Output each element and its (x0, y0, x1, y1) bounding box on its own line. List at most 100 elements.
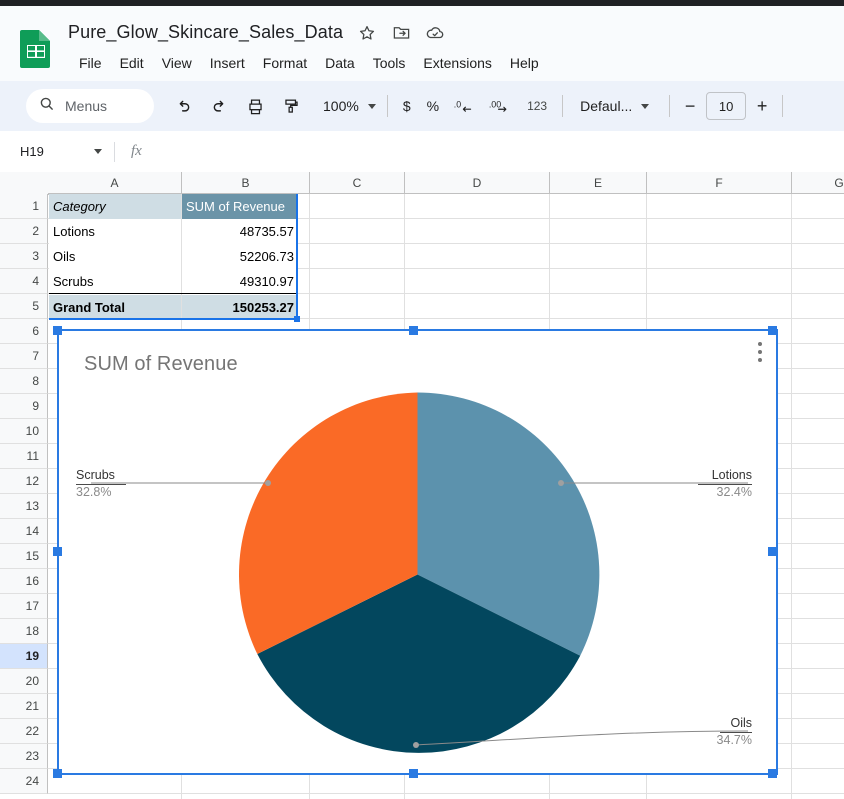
row-header-20[interactable]: 20 (0, 669, 48, 694)
chart-resize-handle-top-center[interactable] (409, 326, 418, 335)
column-header-f[interactable]: F (647, 172, 792, 194)
toolbar: Menus 100% $ % .0 .00 123 Defaul... − 10… (0, 81, 844, 131)
row-header-7[interactable]: 7 (0, 344, 48, 369)
cloud-saved-icon[interactable] (425, 23, 445, 43)
column-header-c[interactable]: C (310, 172, 405, 194)
percent-format-button[interactable]: % (419, 94, 447, 118)
increase-decimal-icon[interactable]: .00 (486, 91, 516, 121)
pivot-range-handle[interactable] (294, 316, 300, 322)
row-header-13[interactable]: 13 (0, 494, 48, 519)
toolbar-divider-3 (669, 95, 671, 117)
menu-help[interactable]: Help (501, 52, 548, 74)
more-formats-button[interactable]: 123 (519, 95, 555, 117)
chart-resize-handle-bottom-left[interactable] (53, 769, 62, 778)
menu-extensions[interactable]: Extensions (414, 52, 500, 74)
paint-format-icon[interactable] (276, 91, 306, 121)
row-header-17[interactable]: 17 (0, 594, 48, 619)
row-header-4[interactable]: 4 (0, 269, 48, 294)
print-icon[interactable] (240, 91, 270, 121)
pivot-cell-revenue-scrubs[interactable]: 49310.97 (182, 269, 298, 294)
chart-container[interactable]: SUM of Revenue Scrubs 32.8% Lotions 32.4… (57, 330, 777, 774)
row-header-11[interactable]: 11 (0, 444, 48, 469)
row-header-18[interactable]: 18 (0, 619, 48, 644)
font-size-input[interactable]: 10 (706, 92, 747, 120)
select-all-corner[interactable] (0, 172, 49, 195)
search-menus-button[interactable]: Menus (26, 89, 154, 123)
increase-font-size-button[interactable]: + (749, 93, 775, 119)
zoom-selector[interactable]: 100% (313, 92, 380, 120)
chart-resize-handle-top-right[interactable] (768, 326, 777, 335)
document-title-row: Pure_Glow_Skincare_Sales_Data (68, 22, 445, 43)
chart-resize-handle-bottom-right[interactable] (768, 769, 777, 778)
menu-bar: File Edit View Insert Format Data Tools … (70, 52, 548, 74)
menu-edit[interactable]: Edit (111, 52, 153, 74)
row-header-8[interactable]: 8 (0, 369, 48, 394)
pie-label-oils-percent: 34.7% (716, 733, 752, 747)
menu-file[interactable]: File (70, 52, 111, 74)
row-header-2[interactable]: 2 (0, 219, 48, 244)
row-header-15[interactable]: 15 (0, 544, 48, 569)
svg-text:.0: .0 (454, 100, 461, 110)
pivot-grand-total-label[interactable]: Grand Total (49, 295, 181, 320)
chart-resize-handle-bottom-center[interactable] (409, 769, 418, 778)
menu-view[interactable]: View (153, 52, 201, 74)
row-header-6[interactable]: 6 (0, 319, 48, 344)
redo-icon[interactable] (204, 91, 234, 121)
document-title[interactable]: Pure_Glow_Skincare_Sales_Data (68, 22, 343, 43)
fx-icon: fx (131, 143, 142, 159)
font-family-selector[interactable]: Defaul... (570, 94, 662, 118)
row-header-3[interactable]: 3 (0, 244, 48, 269)
decrease-font-size-button[interactable]: − (677, 93, 703, 119)
pivot-range-border-bottom (49, 318, 298, 320)
decrease-decimal-icon[interactable]: .0 (450, 91, 480, 121)
menu-data[interactable]: Data (316, 52, 364, 74)
column-header-b[interactable]: B (182, 172, 310, 194)
pivot-cell-revenue-lotions[interactable]: 48735.57 (182, 219, 298, 244)
column-header-d[interactable]: D (405, 172, 550, 194)
row-header-16[interactable]: 16 (0, 569, 48, 594)
row-header-1[interactable]: 1 (0, 194, 48, 219)
pivot-grand-total-value[interactable]: 150253.27 (182, 295, 298, 320)
app-header: Pure_Glow_Skincare_Sales_Data File Edit … (0, 6, 844, 81)
row-header-22[interactable]: 22 (0, 719, 48, 744)
toolbar-divider-2 (562, 95, 564, 117)
pivot-header-revenue[interactable]: SUM of Revenue (182, 194, 298, 219)
column-header-a[interactable]: A (48, 172, 182, 194)
chart-resize-handle-mid-left[interactable] (53, 547, 62, 556)
name-box-chevron-down-icon (94, 149, 102, 154)
chevron-down-icon-font (641, 103, 650, 109)
pivot-cell-category-oils[interactable]: Oils (49, 244, 181, 269)
column-header-g[interactable]: G (792, 172, 844, 194)
column-header-e[interactable]: E (550, 172, 647, 194)
row-header-5[interactable]: 5 (0, 294, 48, 319)
pivot-cell-revenue-oils[interactable]: 52206.73 (182, 244, 298, 269)
formula-input[interactable] (154, 140, 844, 164)
row-header-19[interactable]: 19 (0, 644, 48, 669)
menu-tools[interactable]: Tools (364, 52, 415, 74)
chart-resize-handle-mid-right[interactable] (768, 547, 777, 556)
menu-insert[interactable]: Insert (201, 52, 254, 74)
row-header-21[interactable]: 21 (0, 694, 48, 719)
name-box[interactable]: H19 (12, 139, 108, 165)
row-header-9[interactable]: 9 (0, 394, 48, 419)
pie-label-lotions-percent: 32.4% (716, 485, 752, 499)
pie-label-scrubs-percent: 32.8% (76, 485, 112, 499)
row-header-10[interactable]: 10 (0, 419, 48, 444)
menu-format[interactable]: Format (254, 52, 316, 74)
pie-label-lotions-name: Lotions (711, 468, 752, 482)
undo-icon[interactable] (168, 91, 198, 121)
formula-bar: H19 fx (0, 131, 844, 173)
row-header-12[interactable]: 12 (0, 469, 48, 494)
pivot-cell-category-lotions[interactable]: Lotions (49, 219, 181, 244)
row-header-24[interactable]: 24 (0, 769, 48, 794)
currency-format-button[interactable]: $ (395, 94, 419, 118)
pivot-cell-category-scrubs[interactable]: Scrubs (49, 269, 181, 294)
chart-resize-handle-top-left[interactable] (53, 326, 62, 335)
pivot-header-category[interactable]: Category (49, 194, 181, 219)
svg-text:.00: .00 (489, 100, 501, 110)
row-header-23[interactable]: 23 (0, 744, 48, 769)
zoom-value: 100% (323, 98, 359, 114)
move-to-folder-icon[interactable] (391, 23, 411, 43)
row-header-14[interactable]: 14 (0, 519, 48, 544)
star-icon[interactable] (357, 23, 377, 43)
